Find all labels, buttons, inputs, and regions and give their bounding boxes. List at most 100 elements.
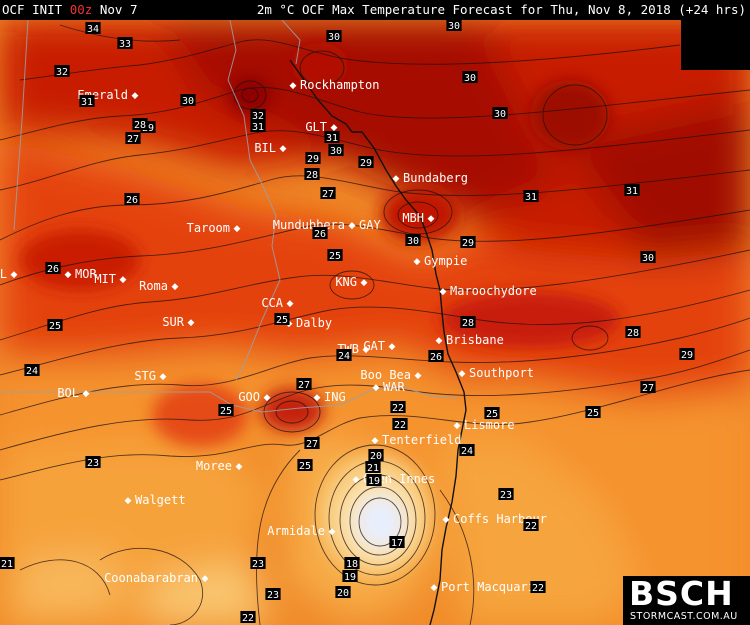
svg-text:25: 25 [587,408,599,419]
place-label: GOO [238,390,260,404]
place-label: Coonabarabran [104,571,198,585]
svg-text:30: 30 [494,109,506,120]
place-label: Mundubbera [273,218,345,232]
place-marker-icon: ◆ [125,496,132,506]
contour-label: 30 [492,107,508,120]
contour-label: 27 [304,437,320,450]
contour-label: 25 [274,313,290,326]
contour-label: 22 [390,401,406,414]
contour-label: 26 [124,193,140,206]
contour-label: 31 [523,190,539,203]
place-label: Port Macquarie [441,580,542,594]
place-marker-icon: ◆ [349,221,356,231]
svg-text:24: 24 [338,351,350,362]
place-marker-icon: ◆ [314,393,321,403]
svg-text:31: 31 [626,186,638,197]
svg-text:22: 22 [525,521,537,532]
place-label: Maroochydore [450,284,537,298]
svg-text:28: 28 [306,170,318,181]
place-marker-icon: ◆ [393,174,400,184]
place-marker-icon: ◆ [160,372,167,382]
svg-text:28: 28 [134,120,146,131]
place-label: BOL [57,386,79,400]
place-war: ◆ WAR [373,380,406,394]
contour-label: 18 [344,557,360,570]
svg-text:24: 24 [26,366,38,377]
contour-label: 25 [47,319,63,332]
contour-label: 17 [389,536,405,549]
contour-label: 27 [320,187,336,200]
svg-text:23: 23 [87,458,99,469]
map-title: 2m °C OCF Max Temperature Forecast for T… [256,2,746,17]
place-bol: ◆ BOL [57,386,89,400]
place-marker-icon: ◆ [389,342,396,352]
svg-text:30: 30 [642,253,654,264]
contour-label: 25 [218,404,234,417]
svg-text:17: 17 [391,538,403,549]
contour-label: 24 [459,444,475,457]
svg-text:26: 26 [126,195,138,206]
svg-text:22: 22 [242,613,254,624]
svg-text:28: 28 [627,328,639,339]
place-label: Roma [139,279,168,293]
contour-label: 23 [85,456,101,469]
place-label: Rockhampton [300,78,379,92]
svg-text:26: 26 [314,229,326,240]
place-rockhampton: ◆ Rockhampton [290,78,380,92]
svg-text:27: 27 [642,383,654,394]
place-kng: ◆ KNG [335,275,367,289]
svg-text:31: 31 [81,97,93,108]
contour-label: 26 [428,350,444,363]
contour-label: 29 [305,152,321,165]
svg-text:31: 31 [252,122,264,133]
place-southport: ◆ Southport [459,366,534,380]
contour-label: 22 [530,581,546,594]
place-marker-icon: ◆ [287,299,294,309]
contour-label: 19 [366,474,382,487]
place-marker-icon: ◆ [454,421,461,431]
place-marker-icon: ◆ [172,282,179,292]
contour-label: 27 [125,132,141,145]
svg-text:27: 27 [298,380,310,391]
place-bil: ◆ BIL [254,141,286,155]
place-sur: ◆ SUR [162,315,194,329]
svg-text:27: 27 [127,134,139,145]
contour-label: 19 [342,570,358,583]
contour-label: 29 [358,156,374,169]
brand-text: BSCH [629,574,734,613]
contour-label: 31 [79,95,95,108]
contour-label: 31 [324,131,340,144]
contour-label: 32 [54,65,70,78]
site-text: STORMCAST.COM.AU [630,611,738,622]
svg-text:21: 21 [367,463,379,474]
svg-text:29: 29 [360,158,372,169]
svg-text:34: 34 [87,24,99,35]
place-marker-icon: ◆ [443,515,450,525]
place-marker-icon: ◆ [329,527,336,537]
place-stg: ◆ STG [134,369,166,383]
contour-label: 25 [297,459,313,472]
svg-text:19: 19 [344,572,356,583]
contour-label: 30 [326,30,342,43]
contour-label: 23 [250,557,266,570]
place-label: Taroom [187,221,230,235]
place-marker-icon: ◆ [290,81,297,91]
place-label: Moree [196,459,232,473]
svg-text:24: 24 [461,446,473,457]
contour-label: 26 [45,262,61,275]
place-label: Tenterfield [382,433,461,447]
place-brisbane: ◆ Brisbane [436,333,504,347]
place-marker-icon: ◆ [65,270,72,280]
place-label: Armidale [267,524,325,538]
contour-label: 23 [265,588,281,601]
place-marker-icon: ◆ [431,583,438,593]
contour-label: 22 [523,519,539,532]
contour-label: 29 [679,348,695,361]
place-label: Southport [469,366,534,380]
place-port-macquarie: ◆ Port Macquarie [431,580,543,594]
contour-label: 28 [132,118,148,131]
place-mor: ◆ MOR [65,267,98,281]
place-marker-icon: ◆ [414,257,421,267]
init-info: OCF INIT 00z Nov 7 [2,2,138,17]
svg-text:28: 28 [462,318,474,329]
